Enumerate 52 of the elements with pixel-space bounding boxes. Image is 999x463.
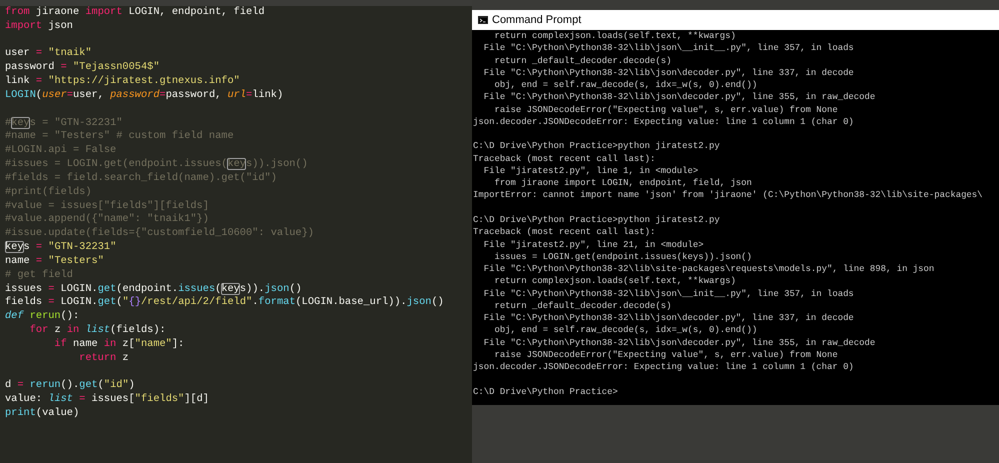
- console-line: File "C:\Python\Python38-32\lib\json\decoder.py", line 337, in decode: [482, 66, 854, 80]
- code-line: #value.append({"name": "tnaik1"}): [5, 213, 209, 228]
- code-line: #issue.update(fields={"customfield_10600": value}): [5, 227, 314, 242]
- console-line: raise JSONDecodeError("Expecting value", s, err.value) from None: [493, 348, 838, 362]
- console-line: return complexjson.loads(self.text, **kwargs): [493, 30, 736, 42]
- code-line: # get field: [5, 268, 73, 283]
- console-line: obj, end = self.raw_decode(s, idx=_w(s, 0).end()): [493, 79, 758, 92]
- console-line: json.decoder.JSONDecodeError: Expecting value: line 1 column 1 (char 0): [473, 116, 854, 128]
- console-line: File "C:\Python\Python38-32\lib\json\decoder.py", line 355, in raw_decode: [482, 91, 876, 104]
- code-line: #fields = field.search_field(name).get("id"): [5, 172, 277, 186]
- console-line: File "jiratest2.py", line 21, in <module>: [482, 238, 704, 251]
- code-line: import json: [5, 20, 73, 34]
- code-line: password = "Tejassn0054$": [5, 61, 160, 76]
- console-line: ImportError: cannot import name 'json' from 'jiraone' (C:\Python\Python38-32\lib\site-packages\: [473, 189, 983, 202]
- code-line: for z in list(fields):: [28, 324, 166, 338]
- code-line: value: list = issues["fields"][d]: [5, 393, 209, 408]
- console-line: File "C:\Python\Python38-32\lib\site-packages\requests\models.py", line 898, in json: [482, 263, 934, 276]
- console-line: File "C:\Python\Python38-32\lib\json\__init__.py", line 357, in loads: [482, 42, 854, 55]
- code-line: print(value): [5, 407, 80, 421]
- console-line: C:\D Drive\Python Practice>python jiratest2.py: [473, 140, 720, 153]
- console-line: return complexjson.loads(self.text, **kwargs): [493, 275, 736, 288]
- code-line: LOGIN(user=user, password=password, url=link): [5, 88, 284, 103]
- console-icon: [478, 16, 488, 24]
- code-line: name = "Testers": [5, 254, 104, 269]
- code-line: user = "tnaik": [5, 47, 92, 62]
- code-line: if name in z["name"]:: [53, 338, 184, 352]
- console-line: C:\D Drive\Python Practice>: [473, 386, 618, 398]
- code-line: def rerun():: [5, 310, 80, 324]
- console-line: File "C:\Python\Python38-32\lib\json\decoder.py", line 337, in decode: [482, 312, 854, 324]
- console-line: json.decoder.JSONDecodeError: Expecting value: line 1 column 1 (char 0): [473, 361, 854, 374]
- console-line: Traceback (most recent call last):: [473, 152, 656, 165]
- console-line: File "C:\Python\Python38-32\lib\json\decoder.py", line 355, in raw_decode: [482, 336, 876, 349]
- code-line: link = "https://jiratest.gtnexus.info": [5, 75, 240, 89]
- window-title: Command Prompt: [492, 12, 582, 28]
- console-line: from jiraone import LOGIN, endpoint, field, json: [493, 177, 752, 190]
- code-line: d = rerun().get("id"): [5, 379, 135, 394]
- console-line: File "jiratest2.py", line 1, in <module>: [482, 164, 698, 178]
- code-line: #value = issues["fields"][fields]: [5, 200, 209, 214]
- code-line: return z: [78, 352, 129, 366]
- console-line: return _default_decoder.decode(s): [493, 54, 672, 67]
- console-line: C:\D Drive\Python Practice>python jiratest2.py: [473, 214, 720, 226]
- code-line: fields = LOGIN.get("{}/rest/api/2/field".format(LOGIN.base_url)).json(): [5, 296, 444, 310]
- code-line: #LOGIN.api = False: [5, 144, 116, 158]
- console-line: obj, end = self.raw_decode(s, idx=_w(s, 0).end()): [493, 324, 758, 337]
- console-line: Traceback (most recent call last):: [473, 226, 656, 239]
- console-line: raise JSONDecodeError("Expecting value", s, err.value) from None: [493, 104, 838, 116]
- console-line: issues = LOGIN.get(endpoint.issues(keys)).json(): [493, 250, 752, 264]
- code-line: #name = "Testers" # custom field name: [5, 130, 234, 144]
- code-line: #print(fields): [5, 186, 92, 200]
- console-line: return _default_decoder.decode(s): [493, 300, 672, 312]
- code-line: from jiraone import LOGIN, endpoint, field: [5, 6, 265, 20]
- console-line: File "C:\Python\Python38-32\lib\json\__init__.py", line 357, in loads: [482, 288, 854, 300]
